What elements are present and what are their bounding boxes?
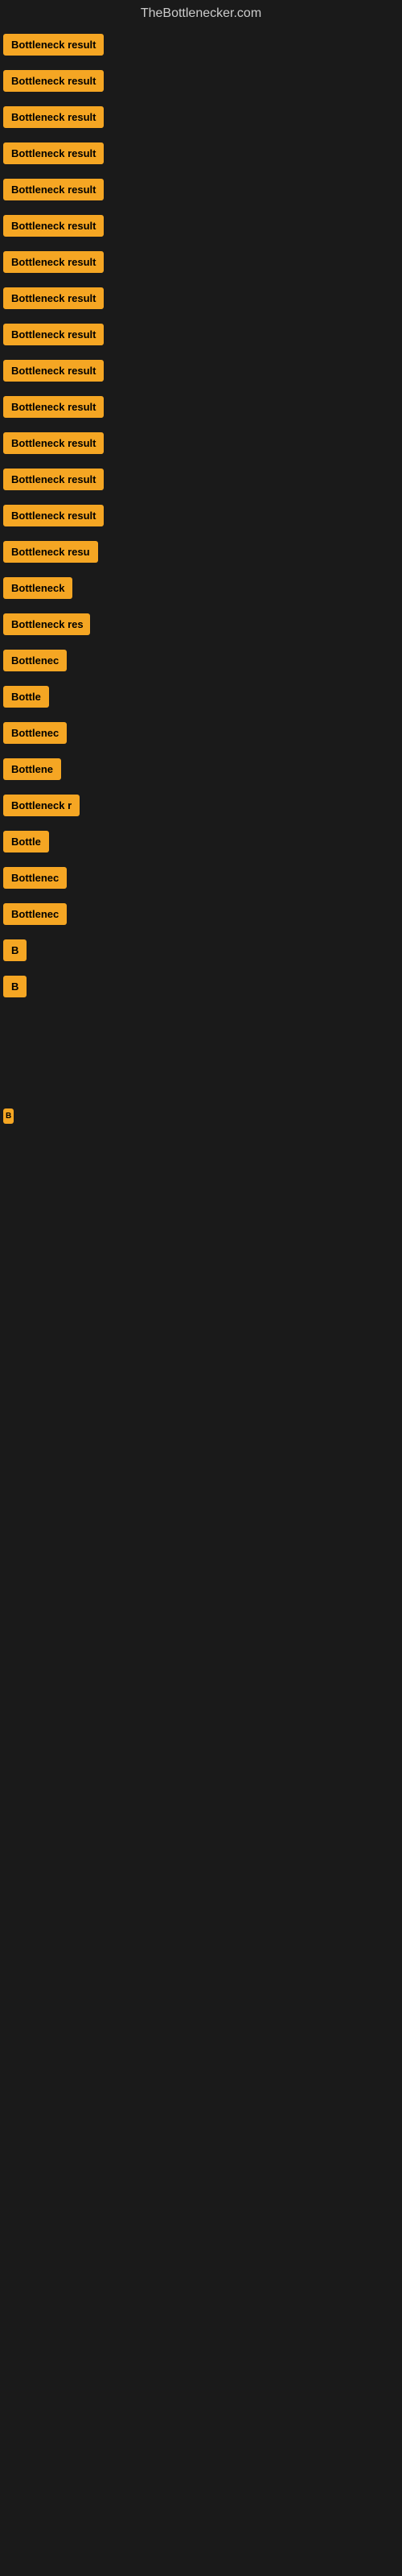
spacer-1 — [0, 1005, 402, 1102]
bottleneck-badge[interactable]: Bottleneck result — [3, 106, 104, 128]
bottleneck-badge[interactable]: Bottleneck result — [3, 179, 104, 200]
bottleneck-item: Bottleneck result — [0, 27, 402, 62]
spacer-4 — [0, 1325, 402, 1422]
bottleneck-item: Bottlenec — [0, 861, 402, 895]
bottleneck-item: Bottleneck result — [0, 462, 402, 497]
bottleneck-badge[interactable]: Bottlenec — [3, 722, 67, 744]
bottleneck-badge-last[interactable]: B — [3, 1108, 14, 1124]
bottleneck-item: B — [0, 969, 402, 1004]
bottleneck-item: Bottleneck result — [0, 317, 402, 352]
bottleneck-item: Bottlenec — [0, 897, 402, 931]
bottleneck-item: Bottleneck result — [0, 390, 402, 424]
bottleneck-badge[interactable]: Bottleneck resu — [3, 541, 98, 563]
bottleneck-badge[interactable]: Bottlene — [3, 758, 61, 780]
bottleneck-badge[interactable]: Bottleneck result — [3, 324, 104, 345]
bottleneck-item: Bottlenec — [0, 716, 402, 750]
bottleneck-item: Bottlene — [0, 752, 402, 786]
bottleneck-badge[interactable]: Bottleneck result — [3, 34, 104, 56]
bottleneck-item: Bottleneck res — [0, 607, 402, 642]
bottleneck-item: Bottleneck result — [0, 208, 402, 243]
bottleneck-item: Bottlenec — [0, 643, 402, 678]
bottleneck-item: Bottleneck result — [0, 136, 402, 171]
bottleneck-item: Bottle — [0, 679, 402, 714]
bottleneck-badge[interactable]: Bottleneck result — [3, 215, 104, 237]
bottleneck-badge[interactable]: Bottlenec — [3, 650, 67, 671]
spacer-3 — [0, 1228, 402, 1325]
bottleneck-badge[interactable]: Bottleneck result — [3, 469, 104, 490]
site-title: TheBottlenecker.com — [0, 0, 402, 27]
bottleneck-badge[interactable]: Bottleneck r — [3, 795, 80, 816]
bottleneck-item: Bottleneck result — [0, 245, 402, 279]
bottleneck-item: Bottleneck resu — [0, 535, 402, 569]
bottleneck-badge[interactable]: Bottlenec — [3, 867, 67, 889]
spacer-2 — [0, 1132, 402, 1228]
bottleneck-badge[interactable]: Bottleneck result — [3, 432, 104, 454]
bottleneck-item: Bottleneck r — [0, 788, 402, 823]
bottleneck-badge[interactable]: Bottleneck result — [3, 505, 104, 526]
last-item-container: B — [0, 1102, 402, 1130]
bottleneck-item: Bottle — [0, 824, 402, 859]
bottleneck-badge[interactable]: Bottleneck result — [3, 251, 104, 273]
bottleneck-item-last: B — [0, 1102, 402, 1130]
bottleneck-badge[interactable]: B — [3, 976, 27, 997]
bottleneck-item: Bottleneck result — [0, 172, 402, 207]
bottleneck-badge[interactable]: Bottleneck result — [3, 142, 104, 164]
bottleneck-badge[interactable]: Bottleneck result — [3, 287, 104, 309]
bottleneck-item: B — [0, 933, 402, 968]
bottleneck-badge[interactable]: Bottleneck result — [3, 70, 104, 92]
items-container: Bottleneck result Bottleneck result Bottle… — [0, 27, 402, 1004]
bottleneck-badge[interactable]: Bottleneck — [3, 577, 72, 599]
bottleneck-badge[interactable]: Bottle — [3, 831, 49, 852]
bottleneck-badge[interactable]: Bottleneck res — [3, 613, 90, 635]
bottleneck-item: Bottleneck result — [0, 64, 402, 98]
bottleneck-badge[interactable]: Bottleneck result — [3, 396, 104, 418]
bottleneck-item: Bottleneck result — [0, 498, 402, 533]
bottleneck-badge[interactable]: Bottle — [3, 686, 49, 708]
bottleneck-item: Bottleneck result — [0, 426, 402, 460]
bottleneck-badge[interactable]: Bottleneck result — [3, 360, 104, 382]
bottleneck-item: Bottleneck result — [0, 281, 402, 316]
bottleneck-item: Bottleneck result — [0, 100, 402, 134]
bottleneck-item: Bottleneck — [0, 571, 402, 605]
bottleneck-item: Bottleneck result — [0, 353, 402, 388]
bottleneck-badge[interactable]: Bottlenec — [3, 903, 67, 925]
bottleneck-badge[interactable]: B — [3, 939, 27, 961]
